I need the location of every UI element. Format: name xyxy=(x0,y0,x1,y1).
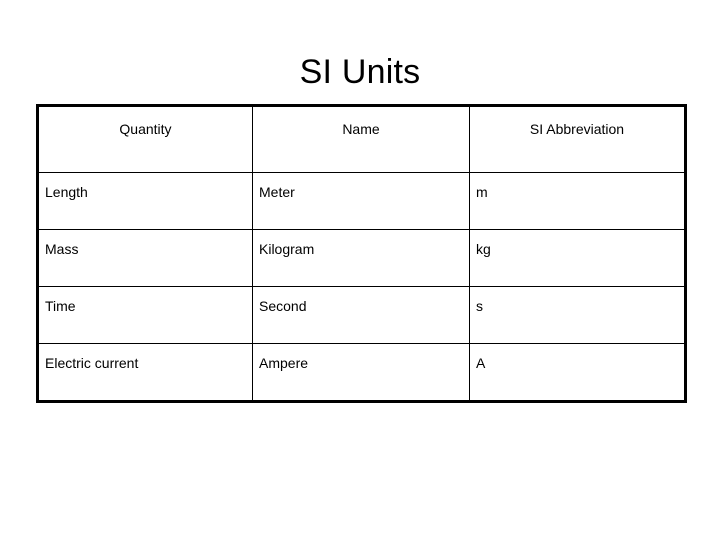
column-header-abbreviation: SI Abbreviation xyxy=(469,105,686,173)
cell-quantity: Time xyxy=(37,286,253,344)
table-row: Mass Kilogram kg xyxy=(37,229,686,287)
cell-name: Meter xyxy=(252,172,470,230)
cell-abbreviation: A xyxy=(469,343,686,402)
si-units-table: Quantity Name SI Abbreviation Length Met… xyxy=(36,104,687,403)
cell-abbreviation: m xyxy=(469,172,686,230)
slide-canvas: SI Units Quantity Name SI Abbreviation L… xyxy=(0,0,720,540)
cell-quantity: Electric current xyxy=(37,343,253,402)
table-row: Time Second s xyxy=(37,286,686,344)
cell-name: Second xyxy=(252,286,470,344)
table-body: Length Meter m Mass Kilogram kg Time Sec… xyxy=(37,172,686,402)
column-header-name: Name xyxy=(252,105,470,173)
cell-quantity: Mass xyxy=(37,229,253,287)
page-title: SI Units xyxy=(299,53,421,91)
cell-name: Kilogram xyxy=(252,229,470,287)
cell-name: Ampere xyxy=(252,343,470,402)
cell-quantity: Length xyxy=(37,172,253,230)
column-header-quantity: Quantity xyxy=(37,105,253,173)
table-header: Quantity Name SI Abbreviation xyxy=(37,105,686,173)
table-row: Length Meter m xyxy=(37,172,686,230)
cell-abbreviation: kg xyxy=(469,229,686,287)
cell-abbreviation: s xyxy=(469,286,686,344)
table-row: Electric current Ampere A xyxy=(37,343,686,402)
table-header-row: Quantity Name SI Abbreviation xyxy=(37,105,686,173)
